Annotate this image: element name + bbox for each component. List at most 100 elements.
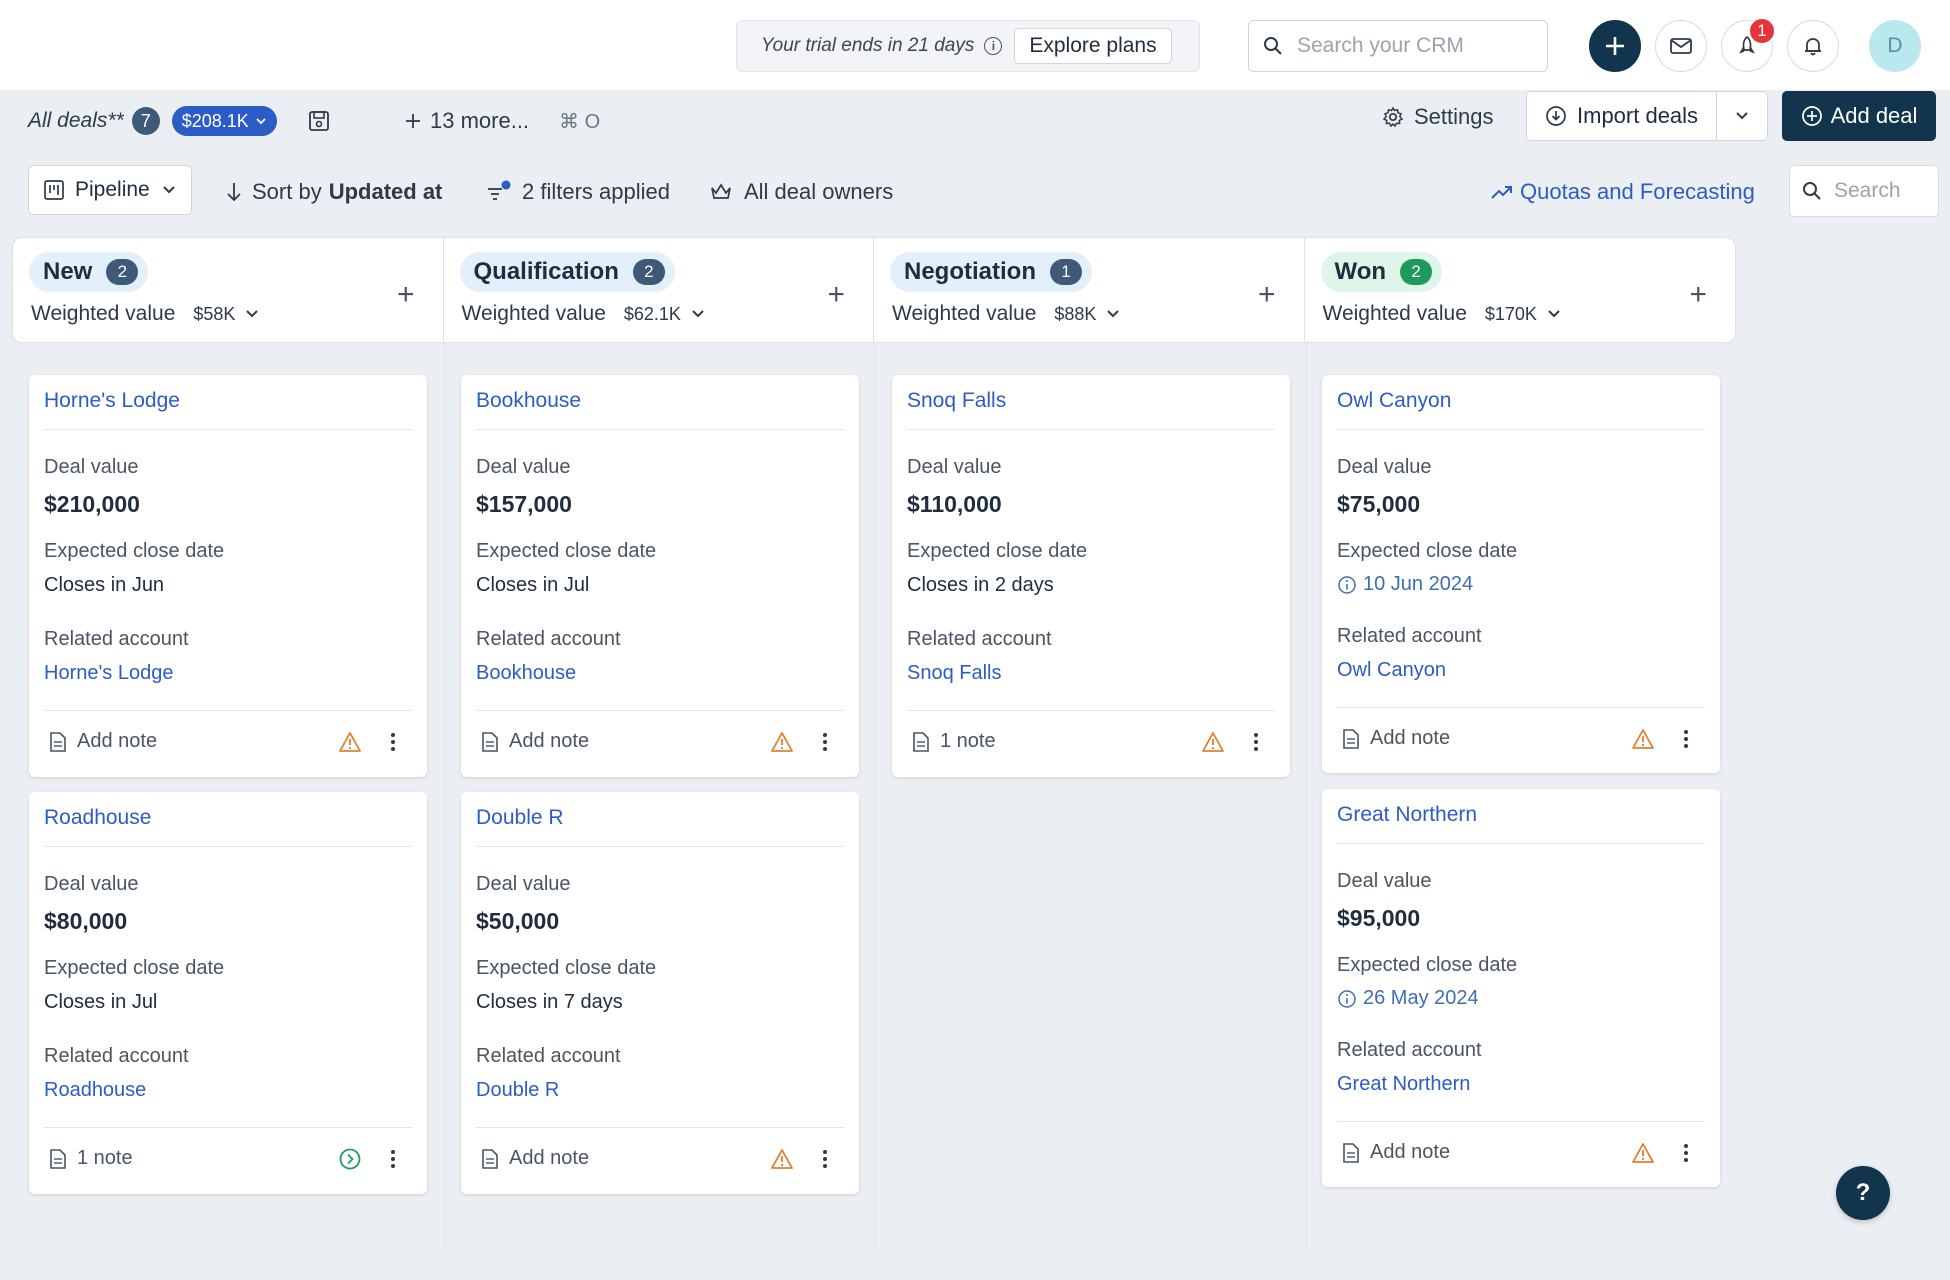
warning-icon[interactable] [1631, 728, 1655, 750]
account-link[interactable]: Horne's Lodge [44, 662, 173, 685]
next-step-icon[interactable] [338, 1147, 362, 1171]
notes-button[interactable]: 1 note [49, 1147, 133, 1170]
account-link[interactable]: Owl Canyon [1337, 659, 1446, 682]
more-options-icon[interactable] [1684, 730, 1690, 748]
note-label: Add note [509, 1147, 590, 1169]
notes-button[interactable]: 1 note [912, 730, 996, 753]
add-deal-button[interactable]: Add deal [1782, 91, 1936, 141]
warning-icon[interactable] [770, 1148, 794, 1170]
quick-add-button[interactable] [1589, 20, 1641, 72]
import-deals-group: Import deals [1526, 91, 1769, 141]
more-options-icon[interactable] [823, 1150, 829, 1168]
crm-search-input[interactable] [1297, 34, 1527, 58]
deal-title-link[interactable]: Roadhouse [44, 806, 151, 830]
more-options-icon[interactable] [1254, 733, 1260, 751]
filters-label: 2 filters applied [522, 179, 670, 204]
import-options-dropdown[interactable] [1717, 92, 1767, 140]
add-note-button[interactable]: Add note [1342, 1141, 1450, 1164]
deal-card[interactable]: Horne's Lodge Deal value $210,000 Expect… [29, 375, 427, 777]
deal-title-link[interactable]: Horne's Lodge [44, 389, 180, 413]
note-label: Add note [509, 730, 590, 752]
save-view-icon[interactable] [307, 109, 331, 133]
warning-icon[interactable] [770, 731, 794, 753]
more-options-icon[interactable] [391, 733, 397, 751]
total-value: $208.1K [181, 110, 249, 131]
user-avatar[interactable]: D [1869, 20, 1921, 72]
stage-count: 2 [1400, 259, 1433, 285]
sort-button[interactable]: Sort by Updated at [226, 177, 442, 207]
settings-button[interactable]: Settings [1382, 100, 1494, 134]
whats-new-button[interactable]: 1 [1721, 17, 1776, 72]
deal-title-link[interactable]: Owl Canyon [1337, 389, 1451, 413]
total-value-dropdown[interactable]: $208.1K [171, 106, 277, 136]
note-label: Add note [77, 730, 158, 752]
quotas-forecasting-link[interactable]: Quotas and Forecasting [1490, 177, 1755, 207]
weighted-value-dropdown[interactable]: Weighted value $88K [892, 302, 1120, 326]
deal-value: $110,000 [907, 491, 1002, 517]
weighted-value-dropdown[interactable]: Weighted value $62.1K [462, 302, 705, 326]
note-icon [482, 1148, 498, 1169]
deal-title-link[interactable]: Double R [476, 806, 564, 830]
close-date: 26 May 2024 [1337, 987, 1479, 1010]
warning-icon[interactable] [1201, 731, 1225, 753]
warning-icon[interactable] [338, 731, 362, 753]
deal-card[interactable]: Bookhouse Deal value $157,000 Expected c… [461, 375, 859, 777]
deal-card[interactable]: Great Northern Deal value $95,000 Expect… [1322, 789, 1720, 1187]
deal-title-link[interactable]: Great Northern [1337, 803, 1477, 827]
divider [1337, 429, 1705, 430]
deal-value: $95,000 [1337, 905, 1421, 931]
crm-search-box[interactable] [1248, 20, 1548, 72]
help-button[interactable]: ? [1836, 1166, 1890, 1220]
add-deal-to-stage-button[interactable]: + [1258, 280, 1276, 310]
deal-card[interactable]: Roadhouse Deal value $80,000 Expected cl… [29, 792, 427, 1194]
weighted-value: $58K [193, 303, 236, 324]
account-link[interactable]: Snoq Falls [907, 662, 1002, 685]
account-label: Related account [44, 1045, 189, 1067]
account-link[interactable]: Bookhouse [476, 662, 576, 685]
account-link[interactable]: Roadhouse [44, 1079, 146, 1102]
settings-label: Settings [1414, 104, 1494, 129]
bell-icon [1805, 38, 1821, 56]
view-selector[interactable]: Pipeline [28, 165, 192, 215]
deal-title-link[interactable]: Bookhouse [476, 389, 581, 413]
close-date-value: 26 May 2024 [1363, 987, 1479, 1009]
more-options-icon[interactable] [823, 733, 829, 751]
warning-icon[interactable] [1631, 1142, 1655, 1164]
weighted-value: $170K [1484, 303, 1537, 324]
mail-button[interactable] [1655, 20, 1707, 72]
deal-title-link[interactable]: Snoq Falls [907, 389, 1006, 413]
add-deal-to-stage-button[interactable]: + [397, 280, 415, 310]
stage-name: New [43, 258, 93, 285]
import-deals-button[interactable]: Import deals [1527, 92, 1718, 140]
tab-all-deals[interactable]: All deals** 7 $208.1K [12, 90, 372, 152]
chevron-down-icon [1736, 112, 1748, 120]
note-icon [1343, 728, 1359, 749]
deal-card[interactable]: Owl Canyon Deal value $75,000 Expected c… [1322, 375, 1720, 773]
add-deal-to-stage-button[interactable]: + [827, 280, 845, 310]
add-deal-to-stage-button[interactable]: + [1689, 280, 1707, 310]
filters-button[interactable]: 2 filters applied [486, 177, 670, 207]
add-note-button[interactable]: Add note [481, 1147, 589, 1170]
info-icon[interactable]: i [984, 37, 1003, 55]
add-note-button[interactable]: Add note [49, 730, 157, 753]
account-link[interactable]: Double R [476, 1079, 559, 1102]
deal-owners-button[interactable]: All deal owners [710, 177, 893, 207]
deal-card[interactable]: Snoq Falls Deal value $110,000 Expected … [892, 375, 1290, 777]
divider [907, 710, 1275, 711]
explore-plans-button[interactable]: Explore plans [1014, 28, 1172, 64]
divider [44, 1127, 412, 1128]
notification-badge: 1 [1748, 17, 1776, 45]
board-search-input[interactable] [1834, 179, 1930, 203]
weighted-value-dropdown[interactable]: Weighted value $58K [31, 302, 259, 326]
add-note-button[interactable]: Add note [1342, 727, 1450, 750]
account-link[interactable]: Great Northern [1337, 1073, 1470, 1096]
more-options-icon[interactable] [1684, 1144, 1690, 1162]
more-views-button[interactable]: 13 more... ⌘ O [404, 105, 611, 137]
more-options-icon[interactable] [391, 1150, 397, 1168]
deal-card[interactable]: Double R Deal value $50,000 Expected clo… [461, 792, 859, 1194]
deal-value-label: Deal value [1337, 456, 1432, 478]
board-search-box[interactable] [1789, 165, 1939, 217]
notifications-button[interactable] [1787, 20, 1839, 72]
weighted-value-dropdown[interactable]: Weighted value $170K [1323, 302, 1561, 326]
add-note-button[interactable]: Add note [481, 730, 589, 753]
